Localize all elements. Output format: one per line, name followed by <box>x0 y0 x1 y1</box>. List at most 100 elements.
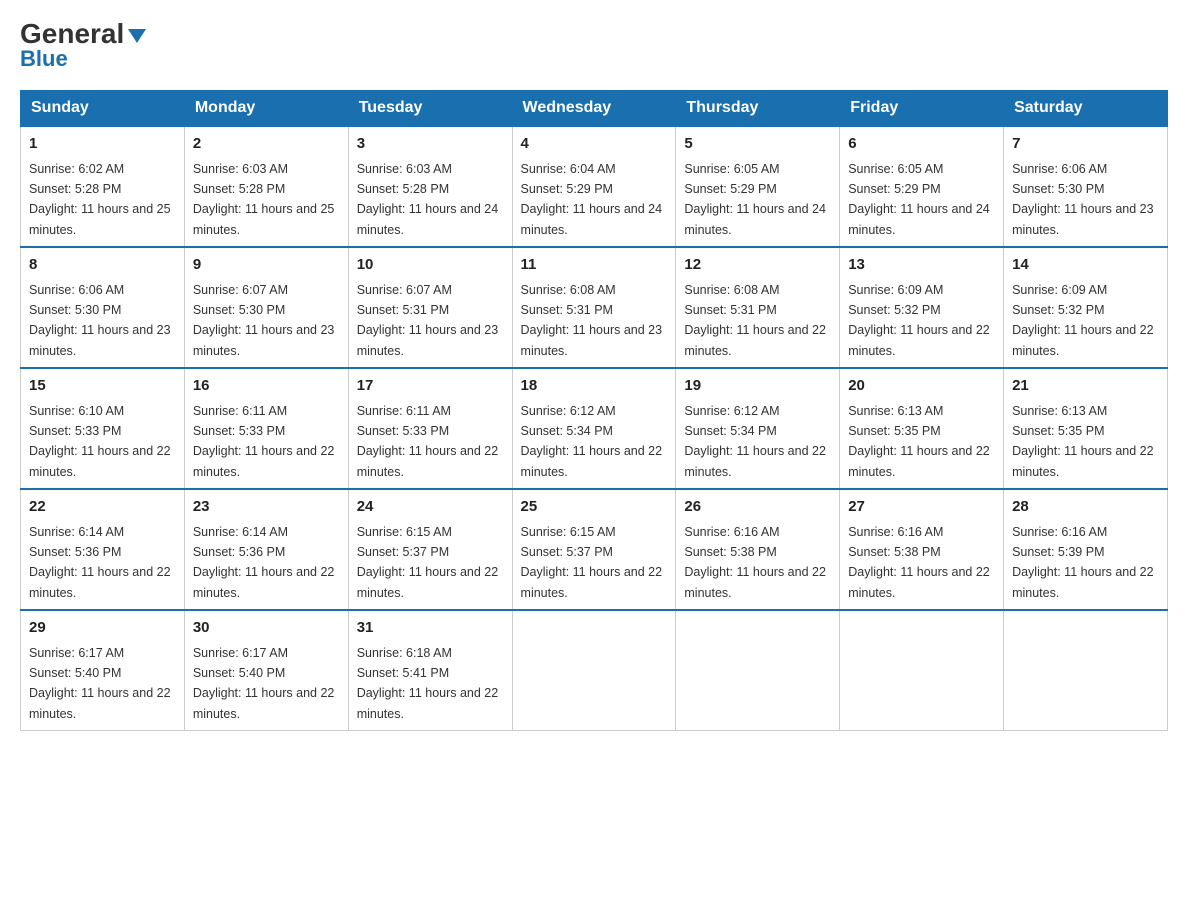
day-info: Sunrise: 6:09 AMSunset: 5:32 PMDaylight:… <box>1012 283 1154 358</box>
day-number: 11 <box>521 254 668 277</box>
calendar-day-cell: 18 Sunrise: 6:12 AMSunset: 5:34 PMDaylig… <box>512 368 676 489</box>
calendar-header-wednesday: Wednesday <box>512 91 676 127</box>
calendar-day-cell: 17 Sunrise: 6:11 AMSunset: 5:33 PMDaylig… <box>348 368 512 489</box>
day-number: 19 <box>684 375 831 398</box>
calendar-day-cell: 30 Sunrise: 6:17 AMSunset: 5:40 PMDaylig… <box>184 610 348 731</box>
day-number: 3 <box>357 133 504 156</box>
day-number: 21 <box>1012 375 1159 398</box>
day-info: Sunrise: 6:16 AMSunset: 5:38 PMDaylight:… <box>684 525 826 600</box>
calendar-header-sunday: Sunday <box>21 91 185 127</box>
calendar-day-cell: 26 Sunrise: 6:16 AMSunset: 5:38 PMDaylig… <box>676 489 840 610</box>
day-number: 14 <box>1012 254 1159 277</box>
calendar-day-cell: 24 Sunrise: 6:15 AMSunset: 5:37 PMDaylig… <box>348 489 512 610</box>
calendar-day-cell: 31 Sunrise: 6:18 AMSunset: 5:41 PMDaylig… <box>348 610 512 731</box>
day-info: Sunrise: 6:12 AMSunset: 5:34 PMDaylight:… <box>684 404 826 479</box>
day-info: Sunrise: 6:02 AMSunset: 5:28 PMDaylight:… <box>29 162 171 237</box>
day-info: Sunrise: 6:11 AMSunset: 5:33 PMDaylight:… <box>193 404 335 479</box>
day-number: 24 <box>357 496 504 519</box>
logo-text: General <box>20 20 146 48</box>
day-info: Sunrise: 6:04 AMSunset: 5:29 PMDaylight:… <box>521 162 663 237</box>
day-number: 15 <box>29 375 176 398</box>
day-number: 16 <box>193 375 340 398</box>
calendar-header-row: SundayMondayTuesdayWednesdayThursdayFrid… <box>21 91 1168 127</box>
day-number: 23 <box>193 496 340 519</box>
calendar-day-cell: 8 Sunrise: 6:06 AMSunset: 5:30 PMDayligh… <box>21 247 185 368</box>
calendar-table: SundayMondayTuesdayWednesdayThursdayFrid… <box>20 90 1168 731</box>
calendar-day-cell: 4 Sunrise: 6:04 AMSunset: 5:29 PMDayligh… <box>512 126 676 247</box>
day-number: 5 <box>684 133 831 156</box>
calendar-day-cell: 1 Sunrise: 6:02 AMSunset: 5:28 PMDayligh… <box>21 126 185 247</box>
calendar-day-cell: 12 Sunrise: 6:08 AMSunset: 5:31 PMDaylig… <box>676 247 840 368</box>
calendar-day-cell: 20 Sunrise: 6:13 AMSunset: 5:35 PMDaylig… <box>840 368 1004 489</box>
day-number: 26 <box>684 496 831 519</box>
calendar-week-row: 29 Sunrise: 6:17 AMSunset: 5:40 PMDaylig… <box>21 610 1168 731</box>
calendar-header-saturday: Saturday <box>1004 91 1168 127</box>
day-info: Sunrise: 6:03 AMSunset: 5:28 PMDaylight:… <box>193 162 335 237</box>
logo-blue: Blue <box>20 46 68 72</box>
day-info: Sunrise: 6:05 AMSunset: 5:29 PMDaylight:… <box>848 162 990 237</box>
day-info: Sunrise: 6:06 AMSunset: 5:30 PMDaylight:… <box>29 283 171 358</box>
day-info: Sunrise: 6:17 AMSunset: 5:40 PMDaylight:… <box>29 646 171 721</box>
day-number: 10 <box>357 254 504 277</box>
day-number: 25 <box>521 496 668 519</box>
calendar-header-tuesday: Tuesday <box>348 91 512 127</box>
day-number: 4 <box>521 133 668 156</box>
day-number: 28 <box>1012 496 1159 519</box>
calendar-day-cell: 5 Sunrise: 6:05 AMSunset: 5:29 PMDayligh… <box>676 126 840 247</box>
page-header: General Blue <box>20 20 1168 72</box>
day-number: 8 <box>29 254 176 277</box>
calendar-day-cell: 28 Sunrise: 6:16 AMSunset: 5:39 PMDaylig… <box>1004 489 1168 610</box>
day-info: Sunrise: 6:08 AMSunset: 5:31 PMDaylight:… <box>684 283 826 358</box>
calendar-day-cell: 21 Sunrise: 6:13 AMSunset: 5:35 PMDaylig… <box>1004 368 1168 489</box>
day-info: Sunrise: 6:12 AMSunset: 5:34 PMDaylight:… <box>521 404 663 479</box>
calendar-day-cell <box>840 610 1004 731</box>
calendar-day-cell: 3 Sunrise: 6:03 AMSunset: 5:28 PMDayligh… <box>348 126 512 247</box>
calendar-day-cell <box>676 610 840 731</box>
calendar-day-cell <box>512 610 676 731</box>
day-number: 17 <box>357 375 504 398</box>
calendar-day-cell: 27 Sunrise: 6:16 AMSunset: 5:38 PMDaylig… <box>840 489 1004 610</box>
calendar-day-cell: 16 Sunrise: 6:11 AMSunset: 5:33 PMDaylig… <box>184 368 348 489</box>
day-info: Sunrise: 6:18 AMSunset: 5:41 PMDaylight:… <box>357 646 499 721</box>
day-info: Sunrise: 6:15 AMSunset: 5:37 PMDaylight:… <box>357 525 499 600</box>
day-info: Sunrise: 6:17 AMSunset: 5:40 PMDaylight:… <box>193 646 335 721</box>
day-number: 22 <box>29 496 176 519</box>
calendar-header-friday: Friday <box>840 91 1004 127</box>
calendar-header-monday: Monday <box>184 91 348 127</box>
calendar-day-cell: 7 Sunrise: 6:06 AMSunset: 5:30 PMDayligh… <box>1004 126 1168 247</box>
calendar-day-cell: 22 Sunrise: 6:14 AMSunset: 5:36 PMDaylig… <box>21 489 185 610</box>
day-info: Sunrise: 6:06 AMSunset: 5:30 PMDaylight:… <box>1012 162 1154 237</box>
day-info: Sunrise: 6:08 AMSunset: 5:31 PMDaylight:… <box>521 283 663 358</box>
day-info: Sunrise: 6:10 AMSunset: 5:33 PMDaylight:… <box>29 404 171 479</box>
day-number: 12 <box>684 254 831 277</box>
day-info: Sunrise: 6:16 AMSunset: 5:38 PMDaylight:… <box>848 525 990 600</box>
day-info: Sunrise: 6:14 AMSunset: 5:36 PMDaylight:… <box>29 525 171 600</box>
day-info: Sunrise: 6:03 AMSunset: 5:28 PMDaylight:… <box>357 162 499 237</box>
calendar-week-row: 8 Sunrise: 6:06 AMSunset: 5:30 PMDayligh… <box>21 247 1168 368</box>
calendar-day-cell: 11 Sunrise: 6:08 AMSunset: 5:31 PMDaylig… <box>512 247 676 368</box>
day-number: 30 <box>193 617 340 640</box>
calendar-day-cell: 23 Sunrise: 6:14 AMSunset: 5:36 PMDaylig… <box>184 489 348 610</box>
calendar-day-cell: 9 Sunrise: 6:07 AMSunset: 5:30 PMDayligh… <box>184 247 348 368</box>
day-info: Sunrise: 6:16 AMSunset: 5:39 PMDaylight:… <box>1012 525 1154 600</box>
logo: General Blue <box>20 20 146 72</box>
calendar-week-row: 1 Sunrise: 6:02 AMSunset: 5:28 PMDayligh… <box>21 126 1168 247</box>
day-number: 20 <box>848 375 995 398</box>
calendar-week-row: 15 Sunrise: 6:10 AMSunset: 5:33 PMDaylig… <box>21 368 1168 489</box>
day-info: Sunrise: 6:14 AMSunset: 5:36 PMDaylight:… <box>193 525 335 600</box>
day-info: Sunrise: 6:13 AMSunset: 5:35 PMDaylight:… <box>1012 404 1154 479</box>
day-number: 6 <box>848 133 995 156</box>
day-info: Sunrise: 6:13 AMSunset: 5:35 PMDaylight:… <box>848 404 990 479</box>
day-info: Sunrise: 6:07 AMSunset: 5:31 PMDaylight:… <box>357 283 499 358</box>
calendar-day-cell: 29 Sunrise: 6:17 AMSunset: 5:40 PMDaylig… <box>21 610 185 731</box>
day-info: Sunrise: 6:05 AMSunset: 5:29 PMDaylight:… <box>684 162 826 237</box>
day-number: 13 <box>848 254 995 277</box>
day-number: 27 <box>848 496 995 519</box>
day-number: 2 <box>193 133 340 156</box>
calendar-day-cell: 19 Sunrise: 6:12 AMSunset: 5:34 PMDaylig… <box>676 368 840 489</box>
calendar-day-cell: 13 Sunrise: 6:09 AMSunset: 5:32 PMDaylig… <box>840 247 1004 368</box>
calendar-day-cell: 14 Sunrise: 6:09 AMSunset: 5:32 PMDaylig… <box>1004 247 1168 368</box>
calendar-header-thursday: Thursday <box>676 91 840 127</box>
day-number: 18 <box>521 375 668 398</box>
day-info: Sunrise: 6:09 AMSunset: 5:32 PMDaylight:… <box>848 283 990 358</box>
